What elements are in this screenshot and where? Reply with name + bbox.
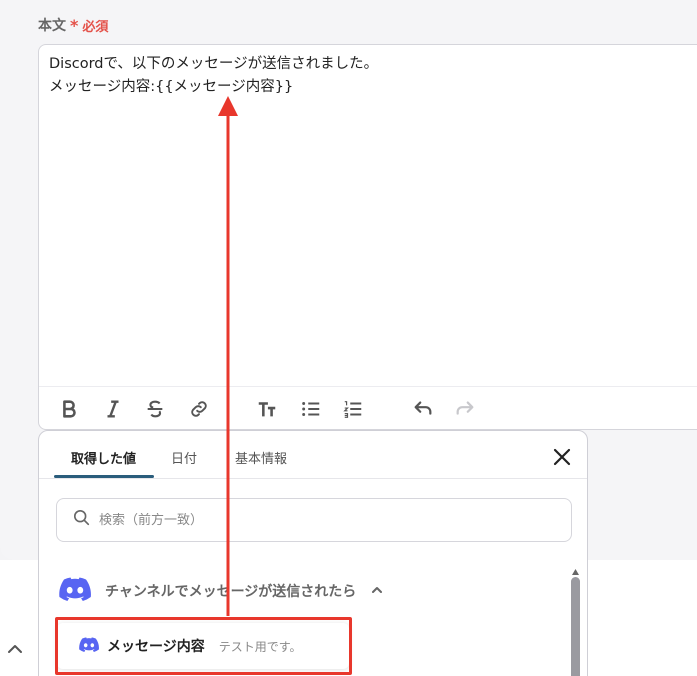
annotation-arrow-icon: [218, 96, 238, 616]
